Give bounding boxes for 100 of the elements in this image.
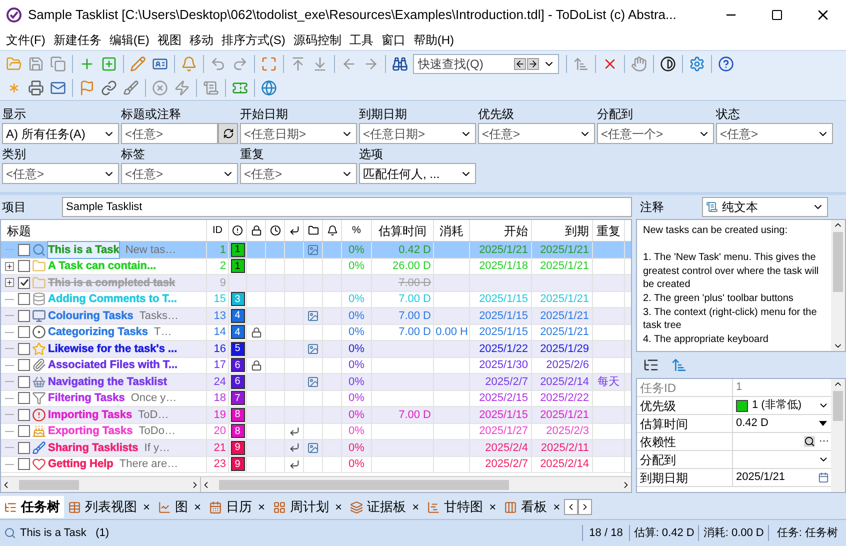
- checkbox[interactable]: [18, 408, 30, 421]
- checkbox[interactable]: [18, 392, 30, 404]
- grid-icon: [68, 500, 81, 514]
- filter-dropdown[interactable]: <任意日期>: [240, 123, 357, 144]
- task-id: 16: [214, 342, 226, 356]
- filter-text-field[interactable]: <任意>: [121, 123, 218, 144]
- task-comment: If y…: [144, 440, 170, 456]
- task-comment: New tas…: [125, 242, 176, 258]
- gantt-icon: [427, 500, 440, 514]
- column-header[interactable]: %: [352, 223, 361, 238]
- refresh-button[interactable]: [218, 123, 238, 144]
- scroll-thumb[interactable]: [833, 391, 843, 421]
- menu-item[interactable]: 工具: [345, 31, 378, 49]
- checkbox[interactable]: [18, 276, 30, 289]
- task-row[interactable]: A Task can contain... 2 1 0% 26.00 D 2025/1/18 2025/1/21: [1, 258, 631, 275]
- checkbox[interactable]: [18, 260, 30, 272]
- checkbox[interactable]: [18, 342, 30, 355]
- menu-item[interactable]: 文件(F): [2, 31, 50, 49]
- column-header[interactable]: 消耗: [440, 222, 464, 240]
- task-row[interactable]: Sharing Tasklists If y… 21 9 0% 2025/2/4 2025/2/11: [1, 440, 631, 456]
- filter-dropdown[interactable]: <任意>: [2, 163, 119, 184]
- priority-badge: 4: [230, 325, 244, 340]
- task-row[interactable]: Associated Files with T... 17 6 0% 2025/1/30 2025/2/6: [1, 358, 631, 374]
- filter-dropdown[interactable]: 匹配任何人, ...: [359, 163, 476, 184]
- view-tab[interactable]: 甘特图 ×: [423, 496, 500, 518]
- task-estimate: 7.00 D: [398, 308, 431, 324]
- task-row[interactable]: Exporting Tasks ToDo… 20 8 0% 2025/1/27 2025/2/3: [1, 424, 631, 440]
- column-header[interactable]: 到期: [565, 222, 589, 240]
- task-row[interactable]: Filtering Tasks Once y… 18 7 0% 2025/2/15 2025/2/22: [1, 390, 631, 407]
- menu-item[interactable]: 编辑(E): [105, 31, 154, 49]
- column-header[interactable]: 估算时间: [378, 222, 426, 240]
- menu-item[interactable]: 源码控制: [289, 31, 346, 49]
- view-tab[interactable]: 证据板 ×: [346, 496, 424, 518]
- quick-find-input[interactable]: 快速查找(Q): [414, 54, 514, 72]
- view-tab[interactable]: 任务树: [0, 496, 64, 518]
- scroll-thumb[interactable]: [219, 480, 509, 490]
- menu-item[interactable]: 窗口: [377, 31, 410, 49]
- property-field[interactable]: ⋯: [733, 433, 831, 450]
- task-start-date: 2025/1/15: [479, 292, 528, 307]
- checkbox[interactable]: [18, 310, 30, 322]
- checkbox[interactable]: [18, 244, 30, 256]
- column-header[interactable]: 标题: [7, 222, 31, 240]
- task-row[interactable]: This is a Task New tas… 1 1 0% 0.42 D 2025/1/21 2025/1/21: [1, 242, 631, 258]
- column-header[interactable]: ID: [212, 223, 222, 238]
- menu-item[interactable]: 排序方式(S): [217, 31, 290, 49]
- column-header[interactable]: 开始: [504, 222, 528, 240]
- filter-dropdown[interactable]: <任意>: [240, 163, 357, 184]
- column-header[interactable]: 重复: [596, 222, 620, 240]
- checkbox[interactable]: [18, 425, 30, 438]
- quick-find-field[interactable]: 快速查找(Q): [413, 54, 559, 74]
- view-tab[interactable]: 看板 ×: [500, 496, 564, 518]
- vertical-scrollbar[interactable]: [831, 220, 845, 351]
- task-title: Exporting Tasks: [48, 424, 133, 439]
- task-row[interactable]: Navigating the Tasklist 24 6 0% 2025/2/7 2025/2/14 每天: [1, 374, 631, 390]
- scroll-right-button[interactable]: [578, 499, 592, 515]
- filter-dropdown[interactable]: <任意一个>: [597, 123, 714, 144]
- expand-toggle[interactable]: [5, 262, 14, 271]
- filter-dropdown[interactable]: A) 所有任务(A): [2, 123, 119, 144]
- task-row[interactable]: Importing Tasks ToD… 19 8 0% 7.00 D 2025/1/15 2025/1/21: [1, 407, 631, 424]
- task-percent: 0%: [348, 424, 364, 439]
- filter-dropdown[interactable]: <任意>: [478, 123, 595, 144]
- checkbox[interactable]: [18, 359, 30, 372]
- scroll-left-button[interactable]: [564, 499, 578, 515]
- task-id: 1: [220, 242, 226, 258]
- scroll-thumb[interactable]: [19, 480, 79, 490]
- menu-item[interactable]: 视图: [153, 31, 186, 49]
- task-row[interactable]: Categorizing Tasks T… 14 4 0% 7.00 D 0.00 H 2025/1/15 2025/1/21: [1, 324, 631, 341]
- task-percent: 0%: [348, 374, 364, 390]
- checkbox[interactable]: [18, 458, 30, 470]
- property-field[interactable]: 1 (非常低): [733, 397, 831, 414]
- priority-badge: 6: [230, 374, 244, 389]
- filter-dropdown[interactable]: <任意>: [121, 163, 238, 184]
- view-tab[interactable]: 日历 ×: [205, 496, 270, 518]
- property-field[interactable]: 2025/1/21: [733, 469, 831, 486]
- view-tab[interactable]: 周计划 ×: [269, 496, 346, 518]
- comment-format-dropdown[interactable]: 纯文本: [702, 197, 828, 217]
- menu-item[interactable]: 帮助(H): [409, 31, 458, 49]
- filter-dropdown[interactable]: <任意>: [716, 123, 833, 144]
- task-comment: Once y…: [130, 391, 177, 406]
- checkbox[interactable]: [18, 293, 30, 306]
- filter-dropdown[interactable]: <任意日期>: [359, 123, 476, 144]
- task-due-date: 2025/1/21: [540, 259, 589, 274]
- project-name-field[interactable]: Sample Tasklist: [62, 197, 632, 217]
- view-tab[interactable]: 列表视图 ×: [64, 496, 154, 518]
- view-tab[interactable]: 图 ×: [154, 496, 206, 518]
- menu-item[interactable]: 移动: [185, 31, 218, 49]
- vertical-scrollbar[interactable]: [831, 379, 845, 492]
- more-button[interactable]: ⋯: [819, 434, 829, 449]
- menu-item[interactable]: 新建任务: [49, 31, 106, 49]
- task-row[interactable]: Getting Help There are… 23 9 0% 2025/2/7 2025/2/14: [1, 456, 631, 473]
- task-row[interactable]: Likewise for the task's ... 16 5 0% 2025/1/22 2025/1/29: [1, 341, 631, 358]
- checkbox[interactable]: [18, 376, 30, 388]
- comment-text: 3. The context (right-click) menu for the task tree: [643, 306, 818, 333]
- checkbox[interactable]: [18, 442, 30, 454]
- funnel-icon: [32, 391, 46, 406]
- comments-panel[interactable]: [636, 219, 846, 352]
- scroll-thumb[interactable]: [833, 232, 843, 292]
- task-row[interactable]: Colouring Tasks Tasks… 13 4 0% 7.00 D 2025/1/15 2025/1/21: [1, 308, 631, 324]
- checkbox[interactable]: [18, 326, 30, 338]
- expand-toggle[interactable]: [5, 278, 14, 288]
